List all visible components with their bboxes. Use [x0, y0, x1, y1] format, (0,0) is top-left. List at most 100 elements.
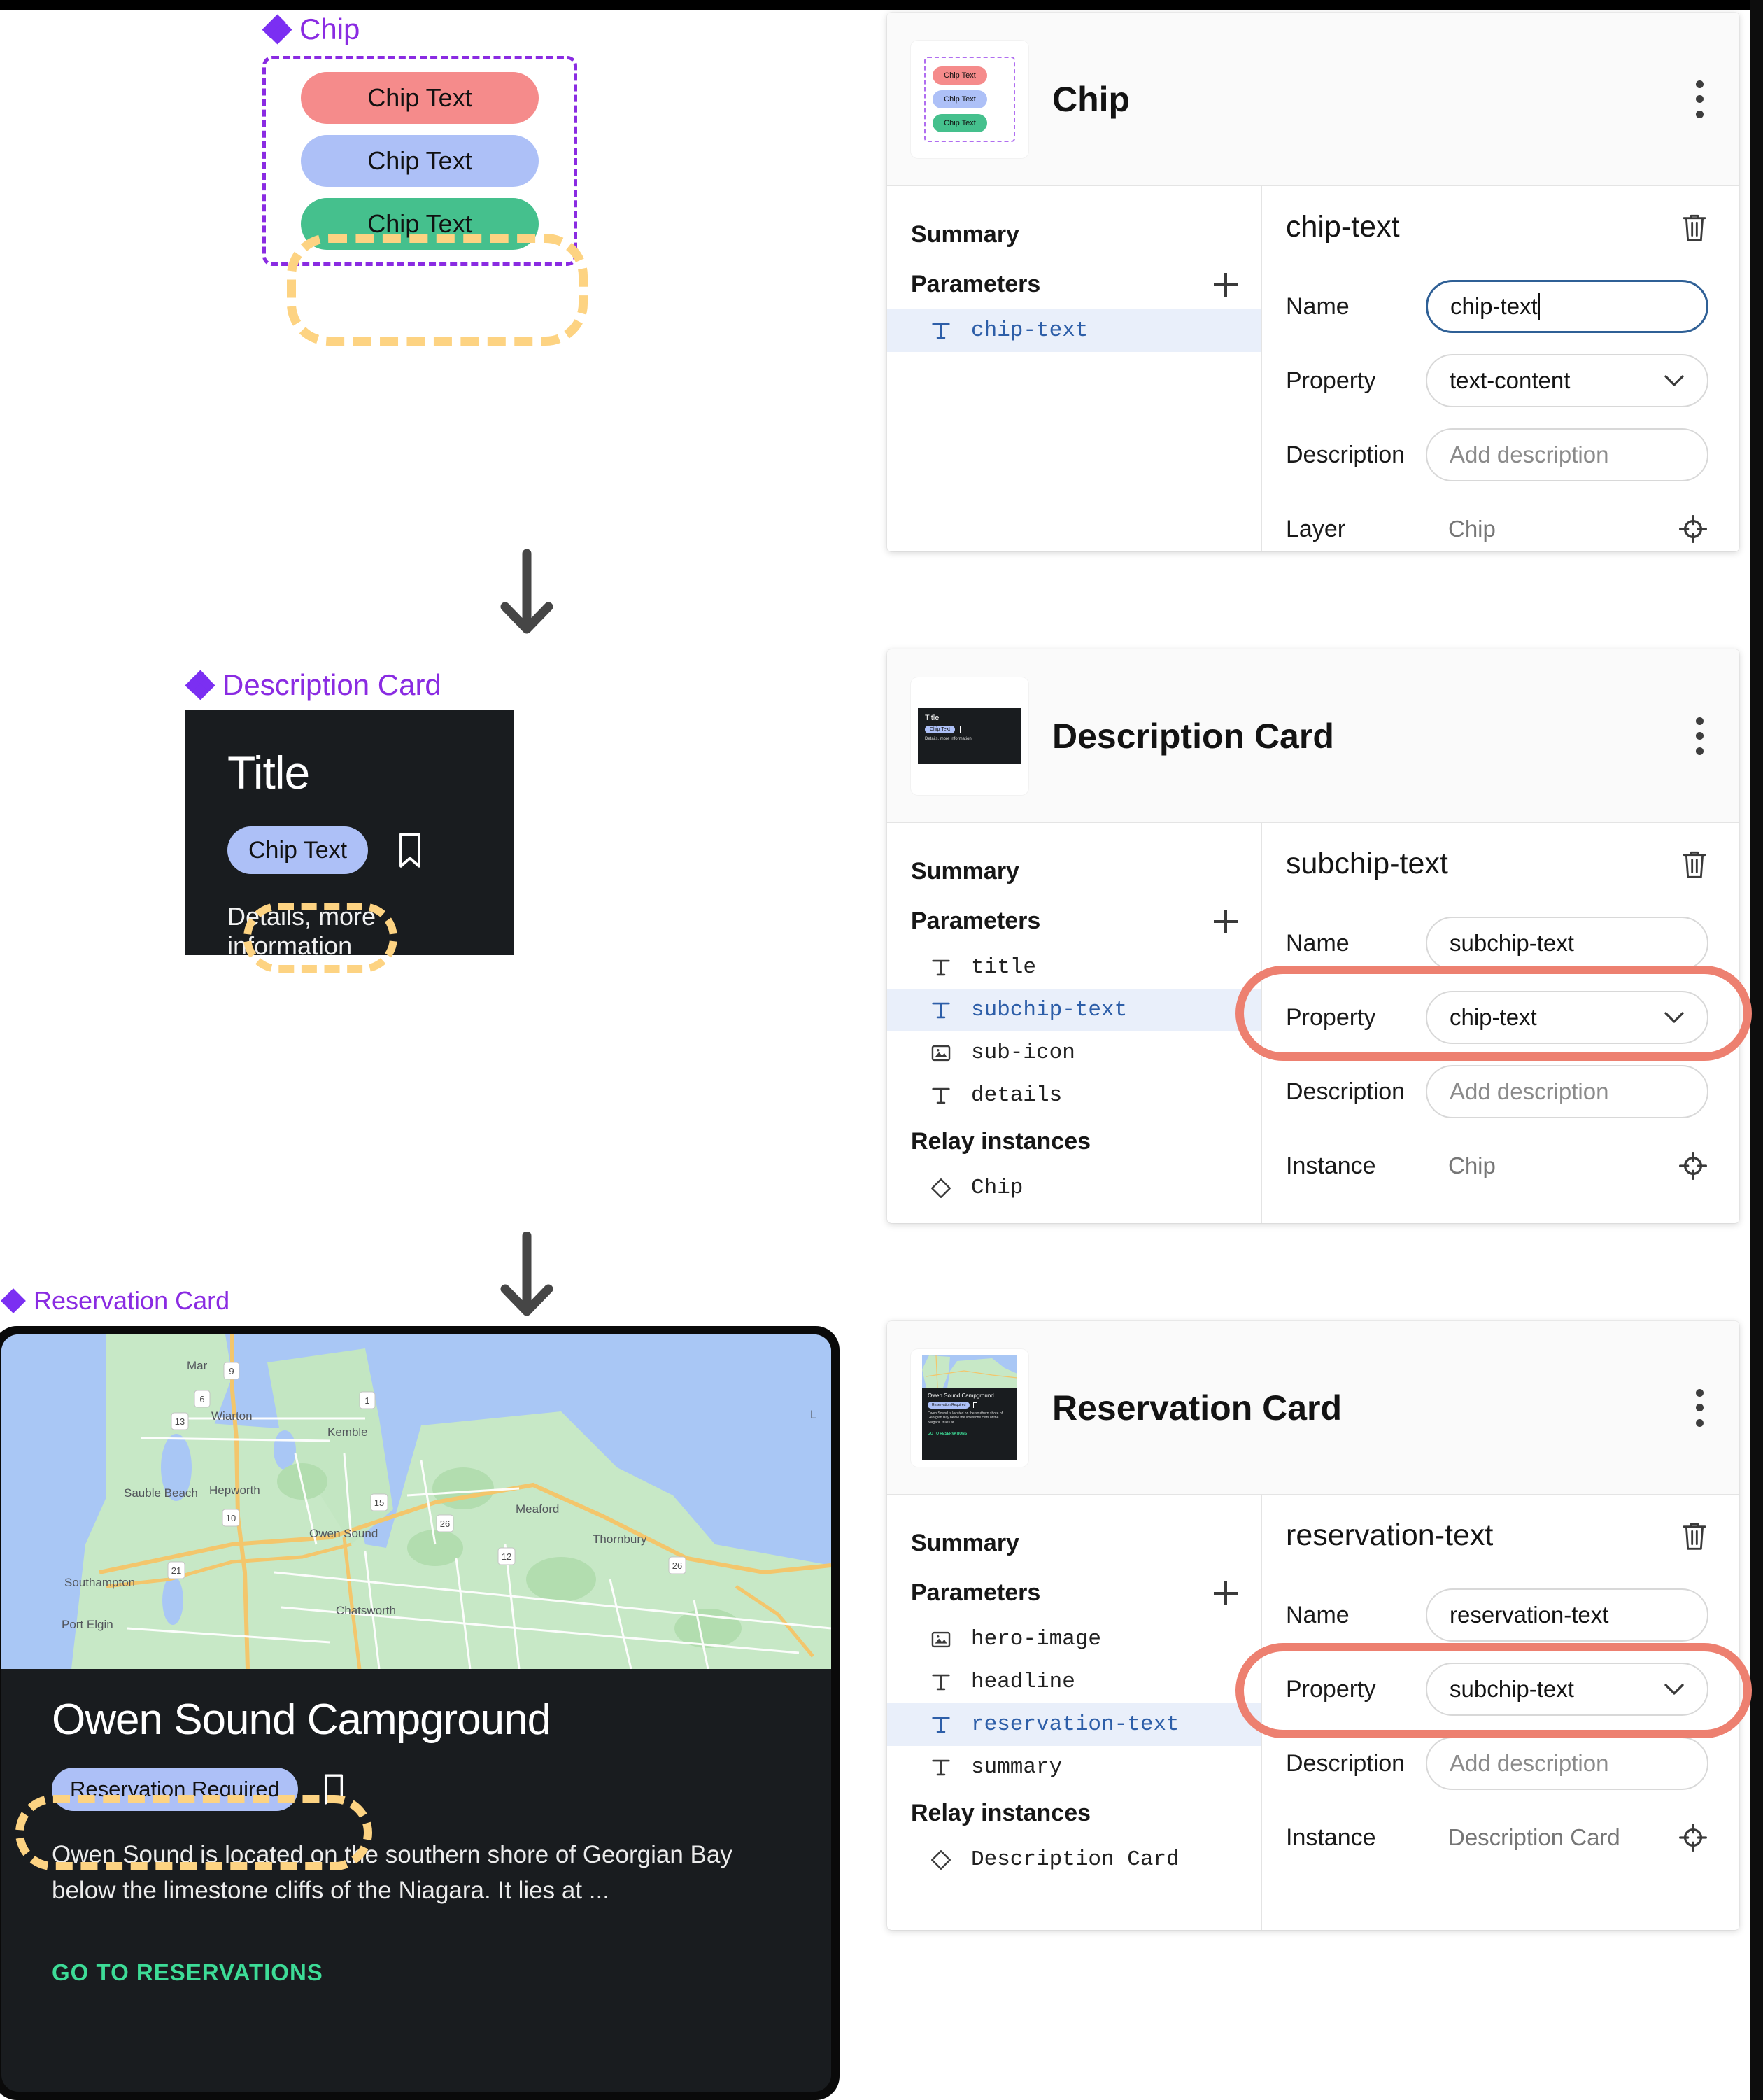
- thumbnail-description-card: Title Chip Text Details, more informatio…: [918, 707, 1021, 764]
- locate-target-icon[interactable]: [1678, 514, 1708, 544]
- parameter-row-summary[interactable]: summary: [887, 1746, 1261, 1789]
- reservation-card-chip[interactable]: Reservation Required: [52, 1768, 298, 1812]
- description-input[interactable]: Add description: [1426, 1737, 1708, 1790]
- bookmark-icon[interactable]: [322, 1773, 346, 1805]
- relay-instance-row-description-card[interactable]: Description Card: [887, 1838, 1261, 1881]
- bookmark-icon[interactable]: [396, 832, 424, 868]
- component-label-reservation-card: Reservation Card: [1, 1286, 229, 1316]
- description-card-title: Title: [227, 747, 310, 798]
- field-name-label: Name: [1286, 293, 1350, 320]
- origin-value: Chip: [1448, 516, 1496, 542]
- description-input[interactable]: Add description: [1426, 1065, 1708, 1118]
- field-name: Name reservation-text: [1286, 1586, 1708, 1644]
- delete-icon[interactable]: [1680, 849, 1708, 880]
- description-input[interactable]: Add description: [1426, 428, 1708, 481]
- text-param-icon: [929, 1084, 953, 1108]
- parameter-row-chip-text[interactable]: chip-text: [887, 309, 1261, 352]
- svg-text:13: 13: [175, 1416, 185, 1427]
- field-property: Property text-content: [1286, 352, 1708, 409]
- field-name: Name subchip-text: [1286, 915, 1708, 972]
- parameter-row-subchip-text[interactable]: subchip-text: [887, 989, 1261, 1031]
- chip-green[interactable]: Chip Text: [301, 198, 539, 250]
- field-origin-label: Layer: [1286, 515, 1346, 542]
- right-edge-strip: [1750, 0, 1763, 2100]
- name-input[interactable]: reservation-text: [1426, 1588, 1708, 1642]
- svg-text:6: 6: [199, 1394, 204, 1404]
- property-select[interactable]: chip-text: [1426, 991, 1708, 1044]
- svg-text:12: 12: [502, 1551, 511, 1562]
- panel-detail: reservation-text Name reservation-text P…: [1262, 1495, 1739, 1930]
- parameter-row-hero-image[interactable]: hero-image: [887, 1618, 1261, 1661]
- svg-text:Meaford: Meaford: [516, 1502, 559, 1516]
- svg-text:10: 10: [226, 1513, 236, 1523]
- more-options-icon[interactable]: [1694, 80, 1704, 118]
- thumbnail-chip: Chip Text: [933, 66, 987, 85]
- section-summary[interactable]: Summary: [887, 1518, 1261, 1568]
- panel-title: Description Card: [1052, 716, 1334, 756]
- component-thumbnail: Title Chip Text Details, more informatio…: [911, 677, 1028, 795]
- section-summary-label: Summary: [911, 858, 1019, 885]
- locate-target-icon[interactable]: [1678, 1822, 1708, 1853]
- locate-target-icon[interactable]: [1678, 1150, 1708, 1181]
- diamond-instance-icon: [929, 1848, 953, 1872]
- panel-detail: subchip-text Name subchip-text Property …: [1262, 823, 1739, 1223]
- svg-text:9: 9: [229, 1366, 234, 1376]
- chevron-down-icon: [1664, 1011, 1685, 1024]
- field-property-label: Property: [1286, 1675, 1376, 1703]
- section-summary[interactable]: Summary: [887, 847, 1261, 896]
- panel-sidebar: Summary Parameters title subchip-text su…: [887, 823, 1262, 1223]
- field-description-label: Description: [1286, 1078, 1406, 1105]
- property-select[interactable]: text-content: [1426, 354, 1708, 407]
- parameter-row-sub-icon[interactable]: sub-icon: [887, 1031, 1261, 1074]
- add-parameter-icon[interactable]: [1214, 272, 1238, 297]
- origin-value: Chip: [1448, 1153, 1496, 1178]
- thumbnail-action: GO TO RESERVATIONS: [928, 1431, 968, 1436]
- thumbnail-summary: Owen Sound is located on the southern sh…: [928, 1411, 1003, 1425]
- section-parameters: Parameters: [887, 260, 1261, 309]
- bookmark-icon: [973, 1402, 978, 1408]
- section-relay-instances: Relay instances: [887, 1789, 1261, 1838]
- parameter-row-reservation-text[interactable]: reservation-text: [887, 1703, 1261, 1746]
- detail-title: chip-text: [1286, 210, 1400, 244]
- description-card-chip[interactable]: Chip Text: [227, 826, 369, 874]
- more-options-icon[interactable]: [1694, 717, 1704, 755]
- field-origin-label: Instance: [1286, 1152, 1376, 1179]
- parameter-row-details[interactable]: details: [887, 1074, 1261, 1117]
- section-relay-instances: Relay instances: [887, 1117, 1261, 1167]
- reservation-card-device-frame: Mar Wiarton Kemble Sauble Beach Hepworth…: [0, 1326, 840, 2100]
- svg-text:L: L: [810, 1408, 816, 1421]
- section-summary[interactable]: Summary: [887, 210, 1261, 260]
- relay-instance-row-chip[interactable]: Chip: [887, 1167, 1261, 1209]
- bookmark-icon: [960, 726, 966, 733]
- svg-text:21: 21: [171, 1565, 181, 1576]
- field-property: Property chip-text: [1286, 989, 1708, 1046]
- top-edge-strip: [0, 0, 1763, 10]
- component-label-text: Description Card: [222, 668, 441, 701]
- svg-text:Kemble: Kemble: [327, 1425, 368, 1439]
- chip-blue[interactable]: Chip Text: [301, 135, 539, 187]
- panel-body: Summary Parameters hero-image headline r…: [887, 1495, 1739, 1930]
- more-options-icon[interactable]: [1694, 1388, 1704, 1427]
- name-input[interactable]: subchip-text: [1426, 917, 1708, 970]
- panel-header: Owen Sound Campground Reservation Requir…: [887, 1321, 1739, 1495]
- panel-body: Summary Parameters title subchip-text su…: [887, 823, 1739, 1223]
- screenshot-root: Chip Chip Text Chip Text Chip Text Descr…: [0, 0, 1763, 2100]
- detail-title: subchip-text: [1286, 847, 1448, 880]
- section-parameters-label: Parameters: [911, 1579, 1041, 1606]
- reservation-card-action-link[interactable]: GO TO RESERVATIONS: [52, 1959, 781, 1986]
- chip-red[interactable]: Chip Text: [301, 72, 539, 124]
- svg-text:Chatsworth: Chatsworth: [336, 1604, 396, 1617]
- name-input[interactable]: chip-text: [1426, 280, 1708, 333]
- parameter-name: summary: [971, 1755, 1063, 1780]
- panel-title: Chip: [1052, 79, 1131, 119]
- delete-icon[interactable]: [1680, 212, 1708, 243]
- parameter-row-title[interactable]: title: [887, 946, 1261, 989]
- property-select[interactable]: subchip-text: [1426, 1663, 1708, 1716]
- text-param-icon: [929, 319, 953, 343]
- delete-icon[interactable]: [1680, 1521, 1708, 1551]
- add-parameter-icon[interactable]: [1214, 1581, 1238, 1605]
- origin-value: Description Card: [1448, 1824, 1620, 1850]
- field-description-label: Description: [1286, 441, 1406, 468]
- parameter-row-headline[interactable]: headline: [887, 1661, 1261, 1703]
- add-parameter-icon[interactable]: [1214, 909, 1238, 933]
